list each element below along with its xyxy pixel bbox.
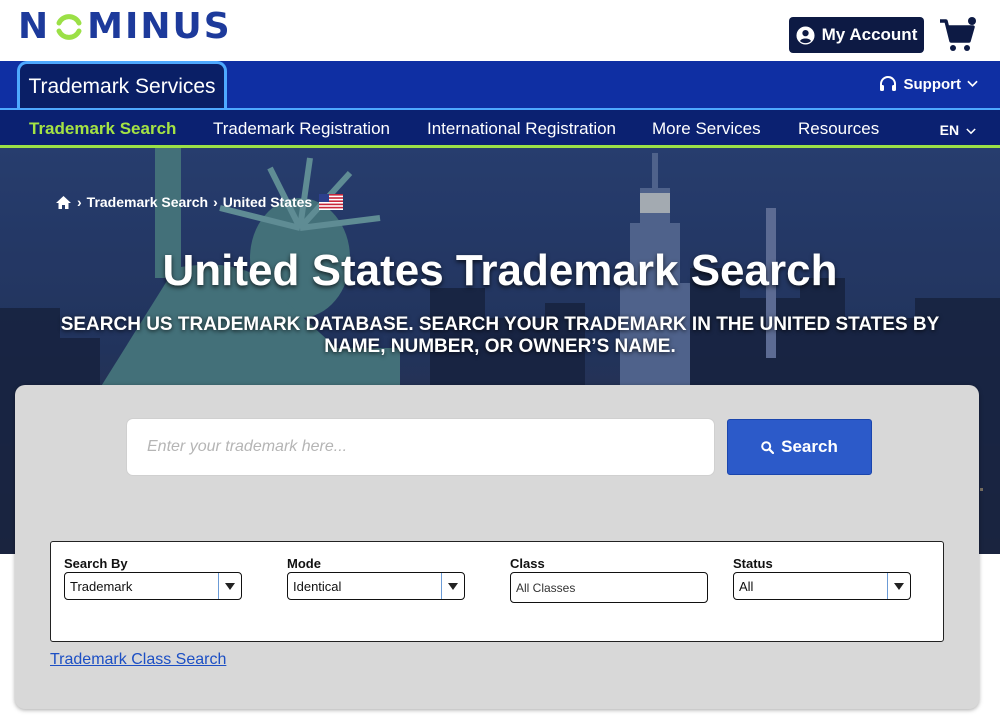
dropdown-arrow-icon [218, 573, 241, 599]
select-value: All [739, 579, 754, 594]
chevron-down-icon [966, 128, 976, 135]
search-by-select[interactable]: Trademark [64, 572, 242, 600]
search-icon [761, 440, 775, 454]
dropdown-arrow-icon [887, 573, 910, 599]
shopping-cart-icon[interactable] [938, 16, 978, 54]
user-circle-icon [796, 25, 815, 45]
headset-icon [879, 76, 896, 91]
breadcrumb-trademark-search[interactable]: Trademark Search [87, 194, 208, 210]
select-value: Identical [293, 579, 342, 594]
services-bar: Trademark Services Support [0, 61, 1000, 109]
us-flag-icon [319, 194, 344, 210]
tab-trademark-services[interactable]: Trademark Services [17, 61, 227, 109]
filter-label: Mode [287, 556, 321, 571]
language-label: EN [939, 122, 960, 138]
filter-status: Status All [733, 556, 911, 600]
chevron-down-icon [967, 80, 978, 88]
breadcrumb-united-states: United States [222, 194, 313, 210]
page-title: United States Trademark Search [162, 246, 838, 295]
select-value: Trademark [70, 579, 133, 594]
support-label: Support [903, 75, 962, 93]
logo-text-prefix: N [18, 6, 51, 47]
search-panel: Search Search By Trademark Mode Identica… [15, 385, 979, 709]
language-selector[interactable]: EN [940, 122, 976, 138]
filter-label: Class [510, 556, 545, 571]
home-icon[interactable] [55, 195, 72, 210]
class-input[interactable] [510, 572, 708, 603]
dropdown-arrow-icon [441, 573, 464, 599]
search-button[interactable]: Search [727, 419, 872, 475]
search-filters: Search By Trademark Mode Identical Class… [50, 541, 944, 642]
mode-select[interactable]: Identical [287, 572, 465, 600]
main-nav: Trademark Search Trademark Registration … [0, 108, 1000, 148]
trademark-search-input[interactable] [126, 418, 715, 476]
trademark-class-search-link[interactable]: Trademark Class Search [50, 651, 226, 669]
nav-item-more-services[interactable]: More Services [652, 119, 761, 139]
breadcrumb-separator: › [213, 194, 218, 210]
my-account-label: My Account [821, 25, 918, 44]
nav-item-resources[interactable]: Resources [798, 119, 879, 139]
filter-label: Status [733, 556, 773, 571]
filter-label: Search By [64, 556, 128, 571]
nav-item-trademark-registration[interactable]: Trademark Registration [213, 119, 390, 139]
breadcrumb-separator: › [77, 194, 82, 210]
filter-search-by: Search By Trademark [64, 556, 242, 600]
my-account-button[interactable]: My Account [789, 17, 924, 53]
status-select[interactable]: All [733, 572, 911, 600]
nav-item-trademark-search[interactable]: Trademark Search [29, 119, 176, 139]
nav-item-international-registration[interactable]: International Registration [427, 119, 616, 139]
top-header: N MINUS My Account [0, 0, 1000, 62]
filter-class: Class [510, 556, 708, 603]
support-menu[interactable]: Support [878, 74, 979, 94]
nominus-logo[interactable]: N MINUS [18, 9, 232, 45]
page-subtitle: SEARCH US TRADEMARK DATABASE. SEARCH YOU… [60, 314, 940, 357]
logo-text-suffix: MINUS [87, 6, 232, 47]
search-button-label: Search [781, 437, 838, 456]
logo-o-mark [56, 14, 82, 40]
filter-mode: Mode Identical [287, 556, 465, 600]
breadcrumb: › Trademark Search › United States [55, 194, 344, 210]
